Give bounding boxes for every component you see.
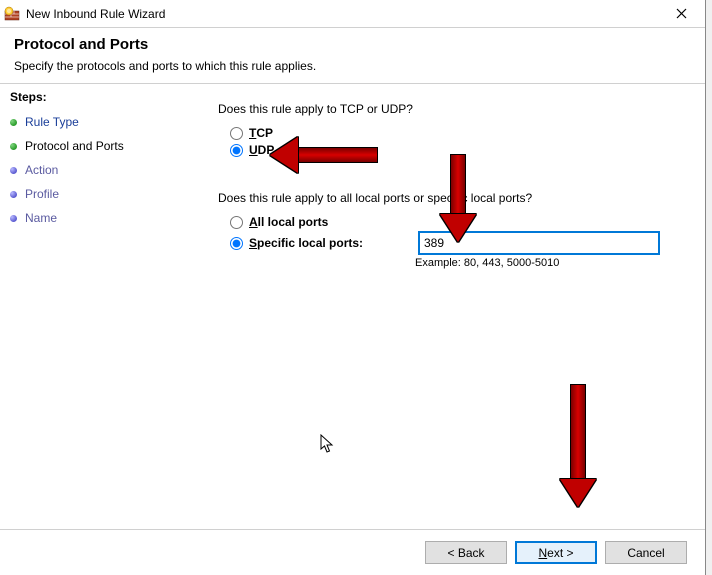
page-title: Protocol and Ports: [14, 36, 691, 53]
close-button[interactable]: [661, 0, 701, 28]
cursor-icon: [320, 434, 336, 457]
step-label: Profile: [25, 187, 59, 201]
step-protocol-and-ports[interactable]: Protocol and Ports: [10, 134, 190, 158]
all-ports-label: All local ports: [249, 215, 419, 229]
tcp-label: TCP: [249, 126, 273, 140]
tcp-radio[interactable]: [230, 127, 243, 140]
ports-example: Example: 80, 443, 5000-5010: [415, 257, 665, 269]
bullet-icon: [10, 119, 17, 126]
firewall-icon: [4, 6, 20, 22]
bullet-icon: [10, 215, 17, 222]
step-rule-type[interactable]: Rule Type: [10, 110, 190, 134]
bullet-icon: [10, 143, 17, 150]
steps-sidebar: Steps: Rule Type Protocol and Ports Acti…: [0, 84, 190, 538]
steps-heading: Steps:: [10, 90, 190, 104]
wizard-header: Protocol and Ports Specify the protocols…: [0, 28, 705, 84]
specific-ports-radio[interactable]: [230, 237, 243, 250]
ports-question: Does this rule apply to all local ports …: [218, 191, 665, 205]
protocol-udp-row[interactable]: UDP: [230, 143, 665, 157]
back-button[interactable]: < Back: [425, 541, 507, 564]
step-profile[interactable]: Profile: [10, 182, 190, 206]
step-label: Action: [25, 163, 58, 177]
udp-label: UDP: [249, 143, 274, 157]
next-button[interactable]: Next >: [515, 541, 597, 564]
specific-ports-label: Specific local ports:: [249, 236, 419, 250]
udp-radio[interactable]: [230, 144, 243, 157]
step-label: Rule Type: [25, 115, 79, 129]
wizard-content: Does this rule apply to TCP or UDP? TCP …: [190, 84, 705, 538]
step-label: Name: [25, 211, 57, 225]
ports-all-row[interactable]: All local ports: [230, 215, 665, 229]
specific-ports-input[interactable]: [419, 232, 659, 254]
page-subtitle: Specify the protocols and ports to which…: [14, 59, 691, 73]
step-name[interactable]: Name: [10, 206, 190, 230]
wizard-window: New Inbound Rule Wizard Protocol and Por…: [0, 0, 706, 575]
protocol-question: Does this rule apply to TCP or UDP?: [218, 102, 665, 116]
window-title: New Inbound Rule Wizard: [26, 7, 661, 21]
bullet-icon: [10, 191, 17, 198]
wizard-footer: < Back Next > Cancel: [0, 529, 705, 575]
cancel-button[interactable]: Cancel: [605, 541, 687, 564]
titlebar: New Inbound Rule Wizard: [0, 0, 705, 28]
bullet-icon: [10, 167, 17, 174]
all-ports-radio[interactable]: [230, 216, 243, 229]
step-label: Protocol and Ports: [25, 139, 124, 153]
ports-specific-row[interactable]: Specific local ports:: [230, 232, 665, 254]
protocol-tcp-row[interactable]: TCP: [230, 126, 665, 140]
annotation-arrow-next: [560, 384, 596, 507]
step-action[interactable]: Action: [10, 158, 190, 182]
